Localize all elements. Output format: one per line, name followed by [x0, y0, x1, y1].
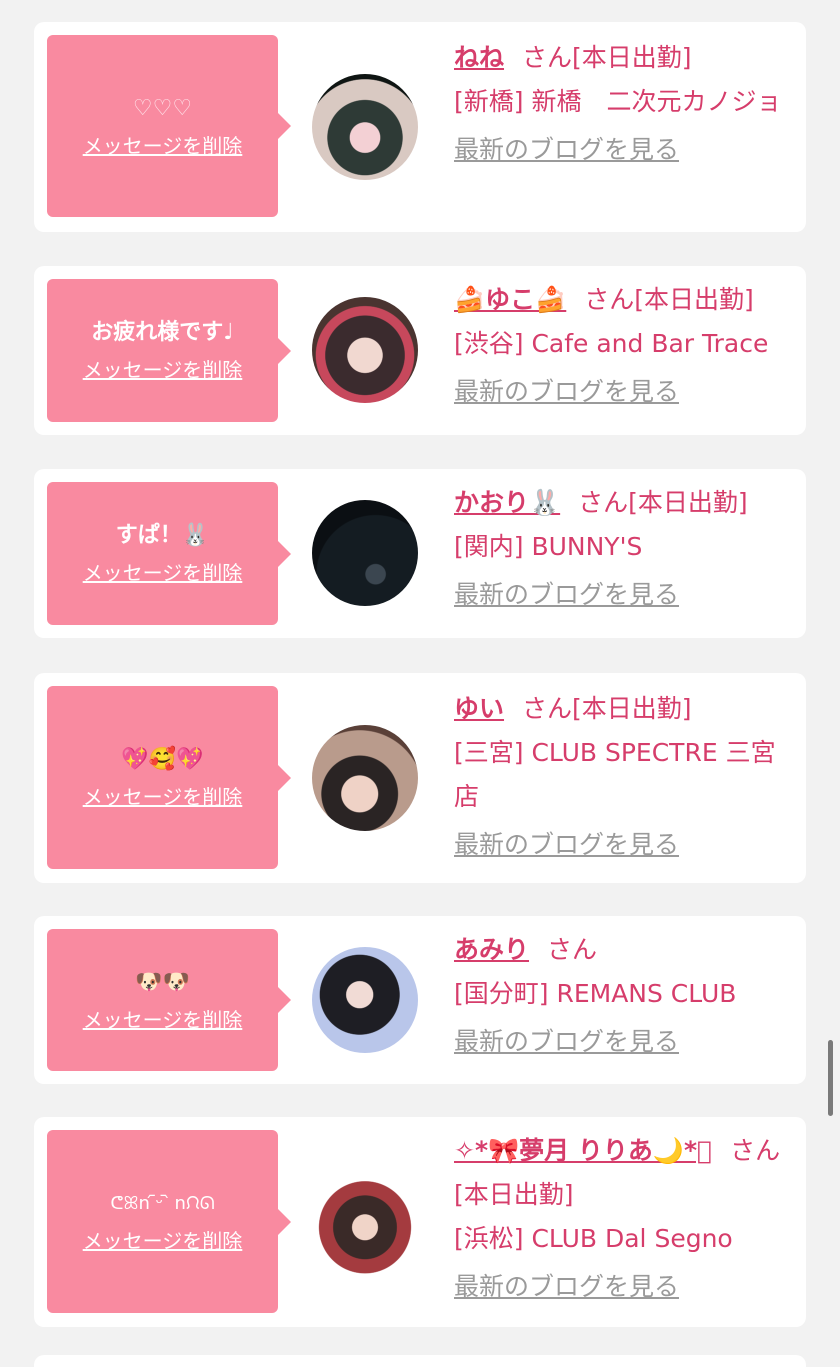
honorific: さん	[547, 935, 598, 964]
attendance-status: [本日出勤]	[634, 285, 754, 314]
cast-name-link[interactable]: ゆい	[454, 694, 504, 723]
delete-message-link[interactable]: メッセージを削除	[83, 1225, 243, 1254]
message-bubble: ᕦꕤn ᷇ᵕ ᷆ nᙁᘏ メッセージを削除	[47, 1130, 291, 1313]
attendance-status: [本日出勤]	[628, 488, 748, 517]
message-card: お疲れ様です♩ メッセージを削除 🍰ゆこ🍰 さん[本日出勤] [渋谷] Cafe …	[34, 266, 806, 435]
message-text: 🐶🐶	[135, 969, 190, 995]
avatar[interactable]	[312, 725, 418, 831]
cast-name-link[interactable]: あみり	[454, 935, 529, 964]
honorific: さん	[730, 1136, 781, 1165]
message-card: ᕦꕤn ᷇ᵕ ᷆ nᙁᘏ メッセージを削除 ✧*🎀夢月 りりあ🌙*ﾟ さん [本日出…	[34, 1117, 806, 1327]
delete-message-link[interactable]: メッセージを削除	[83, 130, 243, 159]
shop-name: [三宮] CLUB SPECTRE 三宮店	[454, 738, 776, 811]
delete-message-link[interactable]: メッセージを削除	[83, 781, 243, 810]
latest-blog-link[interactable]: 最新のブログを見る	[454, 823, 679, 867]
avatar[interactable]	[312, 947, 418, 1053]
message-text: お疲れ様です♩	[91, 320, 234, 345]
honorific: さん	[578, 488, 629, 517]
next-card-edge	[34, 1355, 806, 1367]
message-bubble: 🐶🐶 メッセージを削除	[47, 929, 291, 1071]
delete-message-link[interactable]: メッセージを削除	[83, 354, 243, 383]
delete-message-link[interactable]: メッセージを削除	[83, 1004, 243, 1033]
shop-name: [国分町] REMANS CLUB	[454, 979, 737, 1008]
message-bubble: ♡♡♡ メッセージを削除	[47, 35, 291, 217]
message-card: ♡♡♡ メッセージを削除 ねね さん[本日出勤] [新橋] 新橋 二次元カノジョ …	[34, 22, 806, 232]
latest-blog-link[interactable]: 最新のブログを見る	[454, 128, 679, 172]
message-card: すぱ！🐰 メッセージを削除 かおり🐰 さん[本日出勤] [関内] BUNNY'S …	[34, 469, 806, 638]
message-text: 💖🥰💖	[121, 747, 204, 772]
cast-info: ねね さん[本日出勤] [新橋] 新橋 二次元カノジョ 最新のブログを見る	[454, 36, 788, 172]
avatar[interactable]	[312, 1169, 418, 1275]
avatar[interactable]	[312, 500, 418, 606]
message-card: 🐶🐶 メッセージを削除 あみり さん [国分町] REMANS CLUB 最新のブ…	[34, 916, 806, 1084]
honorific: さん	[522, 694, 573, 723]
shop-name: [渋谷] Cafe and Bar Trace	[454, 329, 769, 358]
message-text: すぱ！🐰	[115, 523, 210, 548]
message-bubble: お疲れ様です♩ メッセージを削除	[47, 279, 291, 422]
shop-name: [関内] BUNNY'S	[454, 532, 643, 561]
cast-name-link[interactable]: かおり🐰	[454, 488, 560, 517]
message-bubble: すぱ！🐰 メッセージを削除	[47, 482, 291, 625]
cast-name-link[interactable]: ねね	[454, 43, 504, 72]
honorific: さん	[522, 43, 573, 72]
cast-info: ゆい さん[本日出勤] [三宮] CLUB SPECTRE 三宮店 最新のブログを…	[454, 687, 788, 867]
attendance-status: [本日出勤]	[454, 1180, 574, 1209]
cast-info: あみり さん [国分町] REMANS CLUB 最新のブログを見る	[454, 928, 788, 1064]
avatar[interactable]	[312, 74, 418, 180]
message-text: ᕦꕤn ᷇ᵕ ᷆ nᙁᘏ	[110, 1193, 215, 1214]
latest-blog-link[interactable]: 最新のブログを見る	[454, 370, 679, 414]
shop-name: [新橋] 新橋 二次元カノジョ	[454, 87, 782, 116]
latest-blog-link[interactable]: 最新のブログを見る	[454, 1265, 679, 1309]
latest-blog-link[interactable]: 最新のブログを見る	[454, 573, 679, 617]
cast-info: ✧*🎀夢月 りりあ🌙*ﾟ さん [本日出勤] [浜松] CLUB Dal Segno…	[454, 1129, 788, 1309]
avatar[interactable]	[312, 297, 418, 403]
honorific: さん	[584, 285, 635, 314]
cast-name-link[interactable]: ✧*🎀夢月 りりあ🌙*ﾟ	[454, 1136, 712, 1165]
attendance-status: [本日出勤]	[572, 694, 692, 723]
latest-blog-link[interactable]: 最新のブログを見る	[454, 1020, 679, 1064]
delete-message-link[interactable]: メッセージを削除	[83, 557, 243, 586]
shop-name: [浜松] CLUB Dal Segno	[454, 1224, 733, 1253]
scrollbar[interactable]	[828, 1040, 833, 1116]
message-bubble: 💖🥰💖 メッセージを削除	[47, 686, 291, 869]
message-card: 💖🥰💖 メッセージを削除 ゆい さん[本日出勤] [三宮] CLUB SPECTR…	[34, 673, 806, 883]
message-text: ♡♡♡	[132, 95, 193, 121]
cast-name-link[interactable]: 🍰ゆこ🍰	[454, 285, 566, 314]
cast-info: 🍰ゆこ🍰 さん[本日出勤] [渋谷] Cafe and Bar Trace 最新の…	[454, 278, 788, 414]
cast-info: かおり🐰 さん[本日出勤] [関内] BUNNY'S 最新のブログを見る	[454, 481, 788, 617]
attendance-status: [本日出勤]	[572, 43, 692, 72]
